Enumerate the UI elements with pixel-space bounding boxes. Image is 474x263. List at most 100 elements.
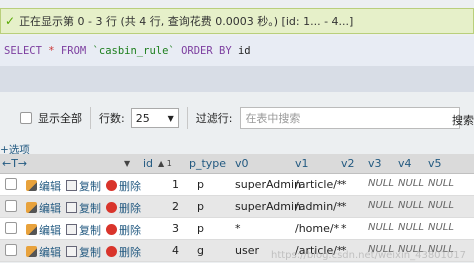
pencil-icon bbox=[26, 180, 37, 191]
rows-select[interactable]: 25 ▼ bbox=[130, 108, 179, 128]
column-header-v1[interactable]: v1 bbox=[295, 157, 309, 170]
row-checkbox[interactable] bbox=[5, 200, 17, 212]
column-header-v4[interactable]: v4 bbox=[398, 157, 412, 170]
query-success-message: ✓ 正在显示第 0 - 3 行 (共 4 行, 查询花费 0.0003 秒。) … bbox=[0, 8, 474, 34]
delete-icon bbox=[106, 202, 117, 213]
delete-label: 删除 bbox=[119, 246, 141, 259]
column-header-id[interactable]: id bbox=[143, 157, 153, 170]
filter-placeholder: 在表中搜索 bbox=[245, 112, 301, 125]
query-toolbar-band bbox=[0, 66, 474, 92]
cell-v4[interactable]: NULL bbox=[398, 178, 424, 189]
pencil-icon bbox=[26, 202, 37, 213]
delete-icon bbox=[106, 246, 117, 257]
divider bbox=[186, 107, 188, 129]
copy-label: 复制 bbox=[79, 246, 101, 259]
search-label: 搜索 bbox=[452, 114, 474, 127]
cell-id[interactable]: 3 bbox=[172, 222, 179, 235]
edit-label: 编辑 bbox=[39, 246, 61, 259]
sql-keyword-from: FROM bbox=[60, 45, 87, 57]
column-nav-arrows[interactable]: ←T→ bbox=[2, 157, 27, 170]
edit-button[interactable]: 编辑 bbox=[26, 244, 61, 260]
copy-button[interactable]: 复制 bbox=[66, 244, 101, 260]
edit-button[interactable]: 编辑 bbox=[26, 222, 61, 238]
cell-v1[interactable]: /article/* bbox=[295, 178, 342, 191]
cell-p-type[interactable]: p bbox=[197, 178, 204, 191]
delete-button[interactable]: 删除 bbox=[106, 222, 141, 238]
column-header-v0[interactable]: v0 bbox=[235, 157, 249, 170]
cell-v5[interactable]: NULL bbox=[428, 222, 454, 233]
show-all-checkbox[interactable] bbox=[20, 112, 32, 124]
sql-star: * bbox=[48, 45, 55, 57]
copy-button[interactable]: 复制 bbox=[66, 178, 101, 194]
cell-v1[interactable]: /admin/* bbox=[295, 200, 342, 213]
sql-keyword-select: SELECT bbox=[4, 45, 42, 57]
results-table: ←T→ ▼ id ▲ 1 p_type v0 v1 v2 v3 v4 v5 编辑… bbox=[0, 154, 474, 262]
status-text: 正在显示第 0 - 3 行 (共 4 行, 查询花费 0.0003 秒。) [i… bbox=[19, 15, 354, 28]
delete-label: 删除 bbox=[119, 180, 141, 193]
column-header-p-type[interactable]: p_type bbox=[189, 157, 226, 170]
row-checkbox[interactable] bbox=[5, 222, 17, 234]
check-icon: ✓ bbox=[5, 14, 16, 28]
delete-label: 删除 bbox=[119, 224, 141, 237]
cell-v2[interactable]: * bbox=[341, 178, 347, 191]
cell-v0[interactable]: superAdmin bbox=[235, 178, 301, 191]
navigation-controls: 显示全部 行数: 25 ▼ 过滤行: 在表中搜索 搜索 bbox=[0, 103, 474, 133]
sort-options-icon[interactable]: ▼ bbox=[124, 159, 130, 168]
cell-id[interactable]: 4 bbox=[172, 244, 179, 257]
cell-id[interactable]: 1 bbox=[172, 178, 179, 191]
rows-select-value: 25 bbox=[135, 111, 150, 125]
cell-v3[interactable]: NULL bbox=[368, 222, 394, 233]
cell-p-type[interactable]: p bbox=[197, 200, 204, 213]
filter-label: 过滤行: bbox=[195, 112, 233, 125]
delete-button[interactable]: 删除 bbox=[106, 200, 141, 216]
cell-v5[interactable]: NULL bbox=[428, 178, 454, 189]
copy-icon bbox=[66, 224, 77, 235]
table-row: 编辑 复制 删除 1 p superAdmin /article/* * NUL… bbox=[0, 174, 474, 196]
cell-v2[interactable]: * bbox=[341, 200, 347, 213]
column-header-v2[interactable]: v2 bbox=[341, 157, 355, 170]
cell-p-type[interactable]: g bbox=[197, 244, 204, 257]
pencil-icon bbox=[26, 224, 37, 235]
edit-label: 编辑 bbox=[39, 180, 61, 193]
copy-label: 复制 bbox=[79, 224, 101, 237]
cell-v4[interactable]: NULL bbox=[398, 200, 424, 211]
column-header-v3[interactable]: v3 bbox=[368, 157, 382, 170]
cell-v3[interactable]: NULL bbox=[368, 178, 394, 189]
cell-v0[interactable]: superAdmin bbox=[235, 200, 301, 213]
delete-button[interactable]: 删除 bbox=[106, 178, 141, 194]
delete-icon bbox=[106, 180, 117, 191]
sql-order-field: id bbox=[237, 45, 251, 57]
delete-label: 删除 bbox=[119, 202, 141, 215]
chevron-down-icon: ▼ bbox=[167, 113, 174, 123]
filter-rows-input[interactable]: 在表中搜索 bbox=[240, 107, 461, 129]
sort-asc-icon: ▲ 1 bbox=[158, 159, 172, 168]
phpmyadmin-browse-view: ✓ 正在显示第 0 - 3 行 (共 4 行, 查询花费 0.0003 秒。) … bbox=[0, 0, 474, 263]
sql-keyword-order-by: ORDER BY bbox=[181, 45, 232, 57]
cell-v4[interactable]: NULL bbox=[398, 222, 424, 233]
cell-v3[interactable]: NULL bbox=[368, 200, 394, 211]
pencil-icon bbox=[26, 246, 37, 257]
copy-button[interactable]: 复制 bbox=[66, 200, 101, 216]
cell-id[interactable]: 2 bbox=[172, 200, 179, 213]
copy-icon bbox=[66, 180, 77, 191]
cell-v5[interactable]: NULL bbox=[428, 200, 454, 211]
cell-v0[interactable]: * bbox=[235, 222, 241, 235]
edit-button[interactable]: 编辑 bbox=[26, 200, 61, 216]
cell-v2[interactable]: * bbox=[341, 222, 347, 235]
row-checkbox[interactable] bbox=[5, 244, 17, 256]
sql-table-name: `casbin_rule` bbox=[92, 45, 175, 57]
cell-p-type[interactable]: p bbox=[197, 222, 204, 235]
column-header-v5[interactable]: v5 bbox=[428, 157, 442, 170]
watermark: https://blog.csdn.net/weixin_43801017 bbox=[270, 250, 466, 261]
table-row: 编辑 复制 删除 3 p * /home/* * NULL NULL NULL bbox=[0, 218, 474, 240]
cell-v0[interactable]: user bbox=[235, 244, 259, 257]
sql-query-box[interactable]: SELECT * FROM `casbin_rule` ORDER BY id bbox=[0, 36, 474, 66]
copy-button[interactable]: 复制 bbox=[66, 222, 101, 238]
delete-icon bbox=[106, 224, 117, 235]
table-header: ←T→ ▼ id ▲ 1 p_type v0 v1 v2 v3 v4 v5 bbox=[0, 154, 474, 174]
cell-v1[interactable]: /home/* bbox=[295, 222, 339, 235]
copy-icon bbox=[66, 202, 77, 213]
edit-button[interactable]: 编辑 bbox=[26, 178, 61, 194]
row-checkbox[interactable] bbox=[5, 178, 17, 190]
delete-button[interactable]: 删除 bbox=[106, 244, 141, 260]
